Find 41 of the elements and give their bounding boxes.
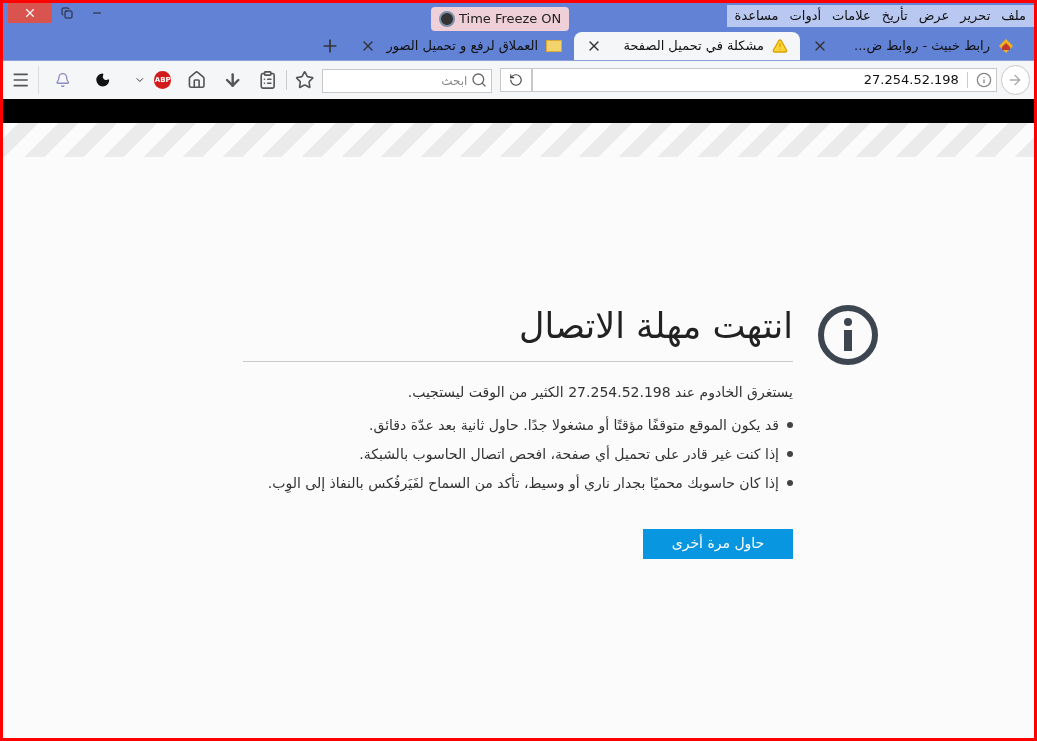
search-field[interactable]: ابحث xyxy=(321,69,493,93)
menu-item[interactable]: تأريخ xyxy=(881,6,908,26)
tab-title: العملاق لرفع و تحميل الصور xyxy=(385,37,538,56)
bullet-icon xyxy=(787,480,793,486)
menu-item[interactable]: أدوات xyxy=(789,6,822,26)
error-title: انتهت مهلة الاتصال xyxy=(243,300,793,362)
menu-item[interactable]: علامات xyxy=(832,6,871,26)
menu-item[interactable]: مساعدة xyxy=(734,6,779,26)
tab-title: رابط خبيث - روابط ض... xyxy=(853,37,990,56)
bullet-icon xyxy=(787,422,793,428)
reload-button[interactable] xyxy=(500,68,532,92)
tab-title: مشكلة في تحميل الصفحة xyxy=(622,37,764,56)
bullet-text: إذا كنت غير قادر على تحميل أي صفحة، افحص اتصال الحاسوب بالشبكة. xyxy=(359,444,779,465)
menu-item[interactable]: عرض xyxy=(918,6,950,26)
bullet-text: إذا كان حاسوبك محميًا بجدار ناري أو وسيط، تأكد من السماح لفَيَرفُكس بالنفاذ إلى الوِب. xyxy=(267,472,779,494)
search-icon xyxy=(471,72,488,88)
bookmark-star-icon[interactable] xyxy=(294,70,314,90)
info-icon[interactable] xyxy=(975,72,992,88)
home-icon[interactable] xyxy=(187,70,207,90)
menu-item[interactable]: تحرير xyxy=(960,6,991,26)
reload-icon xyxy=(508,73,523,87)
bullet-icon xyxy=(787,451,793,457)
info-circle-icon xyxy=(817,304,879,366)
notification-icon[interactable] xyxy=(55,72,71,88)
address-field[interactable]: 27.254.52.198 xyxy=(531,68,997,92)
error-description: يستغرق الخادوم عند 27.254.52.198 الكثير من الوقت ليستجيب. xyxy=(406,382,793,403)
house-icon xyxy=(998,38,1014,54)
clipboard-icon[interactable] xyxy=(258,70,278,90)
moon-icon[interactable] xyxy=(94,72,111,88)
url-text: 27.254.52.198 xyxy=(863,71,959,90)
warning-icon xyxy=(772,38,788,54)
close-icon xyxy=(23,6,37,20)
overlay-state: ON xyxy=(541,10,562,29)
browser-tab[interactable]: رابط خبيث - روابط ض... xyxy=(800,32,1026,60)
restore-icon xyxy=(61,7,73,19)
browser-tab[interactable]: العملاق لرفع و تحميل الصور xyxy=(348,32,574,60)
menu-item[interactable]: ملف xyxy=(1001,6,1026,26)
banner-icon xyxy=(546,40,562,52)
bullet-text: قد يكون الموقع متوقفًا مؤقتًا أو مشغولا جدًا. حاول ثانية بعد عدّة دقائق. xyxy=(369,415,779,436)
overlay-label: Time Freeze xyxy=(459,10,538,29)
browser-tab[interactable]: مشكلة في تحميل الصفحة xyxy=(574,32,800,60)
